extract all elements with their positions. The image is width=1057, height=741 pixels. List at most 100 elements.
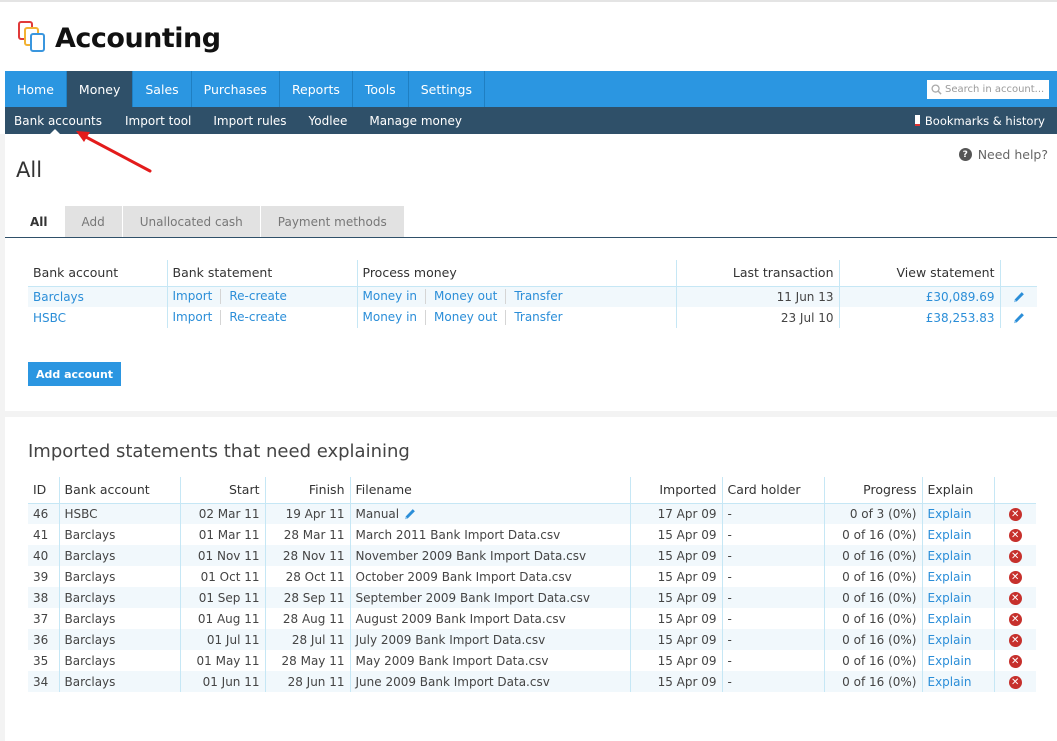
tab-unallocated-cash[interactable]: Unallocated cash (122, 206, 260, 237)
delete-icon[interactable]: ✕ (1008, 634, 1022, 647)
app-logo[interactable]: Accounting (17, 20, 221, 56)
money-out-link[interactable]: Money out (434, 310, 497, 324)
delete-icon[interactable]: ✕ (1008, 550, 1022, 563)
delete-icon[interactable]: ✕ (1008, 613, 1022, 626)
statement-bank: Barclays (59, 650, 181, 671)
col-finish: Finish (265, 477, 351, 504)
delete-icon[interactable]: ✕ (1008, 676, 1022, 689)
statement-row: 46 HSBC 02 Mar 11 19 Apr 11 Manual 17 Apr 09… (28, 503, 1036, 524)
statement-progress: 0 of 16 (0%) (824, 671, 923, 692)
explain-link[interactable]: Explain (928, 675, 972, 689)
statement-id: 38 (28, 587, 60, 608)
col-imported: Imported (630, 477, 723, 504)
explain-link[interactable]: Explain (928, 507, 972, 521)
nav-tab-purchases[interactable]: Purchases (192, 71, 280, 107)
nav-tab-reports[interactable]: Reports (280, 71, 353, 107)
money-in-link[interactable]: Money in (363, 310, 418, 324)
delete-icon[interactable]: ✕ (1008, 592, 1022, 605)
separator (220, 289, 222, 305)
search-input[interactable] (945, 84, 1045, 95)
statement-card-holder: - (722, 671, 825, 692)
view-statement-link[interactable]: £38,253.83 (926, 311, 995, 325)
nav-tab-settings[interactable]: Settings (409, 71, 485, 107)
statement-start: 01 Sep 11 (180, 587, 266, 608)
statement-finish: 28 Nov 11 (265, 545, 351, 566)
explain-link[interactable]: Explain (928, 633, 972, 647)
filename: October 2009 Bank Import Data.csv (350, 566, 631, 587)
statement-finish: 28 Jun 11 (265, 671, 351, 692)
add-account-button[interactable]: Add account (28, 362, 122, 386)
bank-accounts-table: Bank account Bank statement Process mone… (28, 260, 1037, 328)
statement-imported: 15 Apr 09 (630, 650, 723, 671)
top-border (0, 0, 1057, 2)
explain-link[interactable]: Explain (928, 570, 972, 584)
tab-all[interactable]: All (5, 206, 64, 237)
col-start: Start (180, 477, 266, 504)
tab-add[interactable]: Add (64, 206, 122, 237)
statement-card-holder: - (722, 503, 825, 524)
col-delete (994, 477, 1036, 504)
statement-row: 34 Barclays 01 Jun 11 28 Jun 11 June 2009 Ba… (28, 671, 1036, 692)
section-divider (5, 411, 1057, 417)
import-link[interactable]: Import (173, 310, 213, 324)
import-link[interactable]: Import (173, 289, 213, 303)
statement-imported: 15 Apr 09 (630, 608, 723, 629)
edit-pencil-icon[interactable] (1012, 291, 1025, 304)
nav-tab-money[interactable]: Money (66, 71, 134, 107)
nav-tab-home[interactable]: Home (5, 71, 67, 107)
delete-icon[interactable]: ✕ (1008, 508, 1022, 522)
delete-icon[interactable]: ✕ (1008, 655, 1022, 668)
transfer-link[interactable]: Transfer (514, 310, 562, 324)
statement-id: 40 (28, 545, 60, 566)
filename: July 2009 Bank Import Data.csv (350, 629, 631, 650)
statement-imported: 15 Apr 09 (630, 524, 723, 545)
delete-icon[interactable]: ✕ (1008, 571, 1022, 584)
col-actions (1000, 260, 1037, 287)
bookmarks-history-link[interactable]: Bookmarks & history (914, 107, 1045, 134)
statement-finish: 28 Sep 11 (265, 587, 351, 608)
col-explain: Explain (922, 477, 995, 504)
money-out-link[interactable]: Money out (434, 289, 497, 303)
last-transaction-date: 23 Jul 10 (676, 307, 840, 328)
tab-payment-methods[interactable]: Payment methods (260, 206, 404, 237)
bookmarks-label: Bookmarks & history (924, 113, 1045, 128)
bank-account-link[interactable]: HSBC (33, 311, 66, 325)
subnav-import-rules[interactable]: Import rules (202, 107, 297, 134)
filename: May 2009 Bank Import Data.csv (350, 650, 631, 671)
col-bank-statement: Bank statement (167, 260, 358, 287)
search-box[interactable] (927, 80, 1049, 99)
statement-row: 35 Barclays 01 May 11 28 May 11 May 2009 Ban… (28, 650, 1036, 671)
statement-start: 01 May 11 (180, 650, 266, 671)
statement-card-holder: - (722, 587, 825, 608)
recreate-link[interactable]: Re-create (229, 310, 287, 324)
statement-finish: 28 Oct 11 (265, 566, 351, 587)
help-link[interactable]: ? Need help? (958, 147, 1048, 162)
explain-link[interactable]: Explain (928, 549, 972, 563)
explain-link[interactable]: Explain (928, 654, 972, 668)
explain-link[interactable]: Explain (928, 591, 972, 605)
help-label: Need help? (977, 147, 1048, 162)
statement-id: 41 (28, 524, 60, 545)
statement-id: 37 (28, 608, 60, 629)
explain-link[interactable]: Explain (928, 612, 972, 626)
statement-card-holder: - (722, 608, 825, 629)
statement-bank: HSBC (59, 503, 181, 524)
transfer-link[interactable]: Transfer (514, 289, 562, 303)
subnav-manage-money[interactable]: Manage money (358, 107, 473, 134)
view-statement-link[interactable]: £30,089.69 (926, 290, 995, 304)
edit-pencil-icon[interactable] (403, 508, 416, 521)
recreate-link[interactable]: Re-create (229, 289, 287, 303)
col-process-money: Process money (357, 260, 677, 287)
subnav-yodlee[interactable]: Yodlee (298, 107, 359, 134)
statement-progress: 0 of 3 (0%) (824, 503, 923, 524)
app-title: Accounting (55, 22, 221, 54)
nav-tab-sales[interactable]: Sales (133, 71, 192, 107)
money-in-link[interactable]: Money in (363, 289, 418, 303)
nav-tab-tools[interactable]: Tools (353, 71, 409, 107)
annotation-arrow (76, 131, 152, 173)
last-transaction-date: 11 Jun 13 (676, 286, 840, 307)
edit-pencil-icon[interactable] (1012, 312, 1025, 325)
explain-link[interactable]: Explain (928, 528, 972, 542)
delete-icon[interactable]: ✕ (1008, 529, 1022, 542)
bank-account-link[interactable]: Barclays (33, 290, 84, 304)
